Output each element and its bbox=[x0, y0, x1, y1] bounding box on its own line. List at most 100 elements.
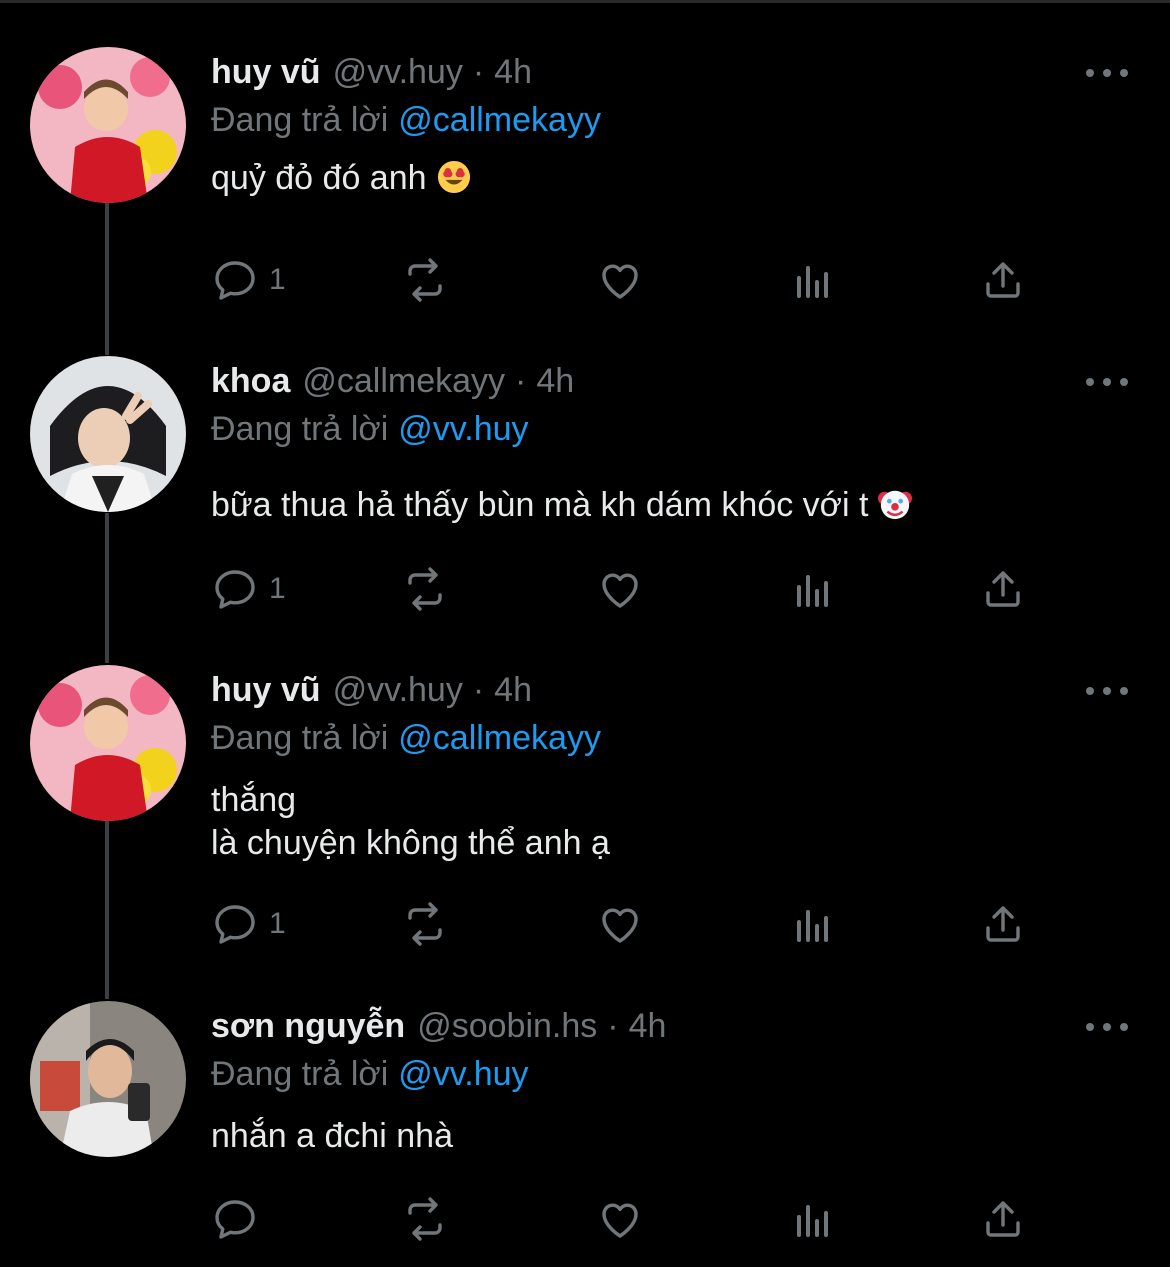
like-button[interactable] bbox=[596, 1194, 644, 1244]
like-button[interactable] bbox=[596, 899, 644, 949]
reply-prefix: Đang trả lời bbox=[211, 719, 389, 757]
retweet-icon bbox=[408, 258, 442, 302]
tweet-header: sơn nguyễn @soobin.hs · 4h bbox=[211, 1007, 666, 1057]
user-handle[interactable]: @soobin.hs bbox=[417, 1007, 597, 1046]
reply-icon bbox=[215, 570, 255, 609]
share-icon bbox=[986, 906, 1020, 942]
user-handle[interactable]: @vv.huy bbox=[333, 53, 463, 92]
retweet-icon bbox=[408, 902, 442, 946]
heart-eyes-emoji-icon bbox=[437, 160, 470, 194]
retweet-icon bbox=[408, 567, 442, 611]
like-icon bbox=[602, 908, 638, 943]
replying-to: Đang trả lời @callmekayy bbox=[211, 719, 601, 758]
tweet-actions: 1 bbox=[211, 564, 1061, 614]
like-icon bbox=[602, 1203, 638, 1238]
tweet[interactable]: huy vũ @vv.huy · 4h Đang trả lời @callmek… bbox=[0, 665, 1170, 991]
replying-to: Đang trả lời @vv.huy bbox=[211, 410, 529, 449]
mention-link[interactable]: @callmekayy bbox=[398, 101, 601, 139]
avatar-image bbox=[30, 47, 186, 203]
timestamp[interactable]: 4h bbox=[536, 362, 574, 401]
mention-link[interactable]: @callmekayy bbox=[398, 719, 601, 757]
separator: · bbox=[472, 671, 485, 709]
reply-count: 1 bbox=[269, 263, 286, 296]
tweet-actions: 1 bbox=[211, 899, 1061, 949]
share-button[interactable] bbox=[979, 899, 1027, 949]
views-icon bbox=[797, 266, 828, 298]
tweet-actions: 1 bbox=[211, 255, 1061, 305]
tweet-header: huy vũ @vv.huy · 4h bbox=[211, 671, 532, 721]
separator: · bbox=[515, 362, 527, 400]
avatar[interactable] bbox=[30, 356, 186, 512]
share-button[interactable] bbox=[979, 564, 1027, 614]
reply-icon bbox=[215, 1200, 255, 1239]
views-button[interactable] bbox=[789, 255, 837, 305]
like-button[interactable] bbox=[596, 564, 644, 614]
share-button[interactable] bbox=[979, 1194, 1027, 1244]
views-icon bbox=[797, 575, 828, 607]
views-button[interactable] bbox=[789, 1194, 837, 1244]
tweet[interactable]: sơn nguyễn @soobin.hs · 4h Đang trả lời @… bbox=[0, 1001, 1170, 1267]
mention-link[interactable]: @vv.huy bbox=[398, 410, 528, 448]
display-name[interactable]: huy vũ bbox=[211, 53, 321, 92]
reply-button[interactable] bbox=[211, 1194, 269, 1244]
tweet-text-content: bữa thua hả thấy bùn mà kh dám khóc với … bbox=[211, 486, 869, 524]
share-icon bbox=[986, 1201, 1020, 1237]
tweet-text: thắng là chuyện không thể anh ạ bbox=[211, 781, 610, 862]
reply-button[interactable]: 1 bbox=[211, 564, 286, 614]
tweet-header: khoa @callmekayy · 4h bbox=[211, 362, 574, 412]
like-button[interactable] bbox=[596, 255, 644, 305]
views-button[interactable] bbox=[789, 564, 837, 614]
tweet-header: huy vũ @vv.huy · 4h bbox=[211, 53, 532, 103]
reply-prefix: Đang trả lời bbox=[211, 410, 389, 448]
avatar[interactable] bbox=[30, 665, 186, 821]
separator: · bbox=[607, 1007, 619, 1045]
avatar-image bbox=[30, 1001, 186, 1157]
reply-prefix: Đang trả lời bbox=[211, 101, 389, 139]
clown-emoji-icon bbox=[878, 490, 913, 520]
avatar-image bbox=[30, 356, 186, 512]
user-handle[interactable]: @vv.huy bbox=[333, 671, 463, 710]
share-button[interactable] bbox=[979, 255, 1027, 305]
retweet-button[interactable] bbox=[401, 255, 449, 305]
more-icon[interactable] bbox=[1086, 1017, 1128, 1037]
replying-to: Đang trả lời @callmekayy bbox=[211, 101, 601, 140]
display-name[interactable]: khoa bbox=[211, 362, 290, 401]
like-icon bbox=[602, 573, 638, 608]
separator: · bbox=[472, 53, 485, 91]
tweet-text: bữa thua hả thấy bùn mà kh dám khóc với … bbox=[211, 484, 913, 527]
views-button[interactable] bbox=[789, 899, 837, 949]
avatar-image bbox=[30, 665, 186, 821]
display-name[interactable]: huy vũ bbox=[211, 671, 321, 710]
reply-count: 1 bbox=[269, 572, 286, 605]
display-name[interactable]: sơn nguyễn bbox=[211, 1007, 405, 1046]
views-icon bbox=[797, 910, 828, 942]
avatar[interactable] bbox=[30, 47, 186, 203]
tweet-text: nhắn a đchi nhà bbox=[211, 1117, 453, 1155]
tweet-text: quỷ đỏ đó anh bbox=[211, 157, 471, 200]
retweet-button[interactable] bbox=[401, 564, 449, 614]
reply-button[interactable]: 1 bbox=[211, 899, 286, 949]
avatar[interactable] bbox=[30, 1001, 186, 1157]
reply-prefix: Đang trả lời bbox=[211, 1055, 389, 1093]
more-icon[interactable] bbox=[1086, 681, 1128, 701]
retweet-button[interactable] bbox=[401, 1194, 449, 1244]
replying-to: Đang trả lời @vv.huy bbox=[211, 1055, 529, 1094]
retweet-button[interactable] bbox=[401, 899, 449, 949]
timestamp[interactable]: 4h bbox=[494, 671, 532, 710]
timestamp[interactable]: 4h bbox=[629, 1007, 667, 1046]
reply-icon bbox=[215, 261, 255, 300]
tweet-actions bbox=[211, 1194, 1061, 1244]
retweet-icon bbox=[408, 1197, 442, 1241]
more-icon[interactable] bbox=[1086, 63, 1128, 83]
share-icon bbox=[986, 262, 1020, 298]
reply-count: 1 bbox=[269, 907, 286, 940]
mention-link[interactable]: @vv.huy bbox=[398, 1055, 528, 1093]
reply-button[interactable]: 1 bbox=[211, 255, 286, 305]
reply-icon bbox=[215, 905, 255, 944]
tweet[interactable]: khoa @callmekayy · 4h Đang trả lời @vv.hu… bbox=[0, 356, 1170, 652]
reply-thread: huy vũ @vv.huy · 4h Đang trả lời @callmek… bbox=[0, 0, 1170, 1267]
more-icon[interactable] bbox=[1086, 372, 1128, 392]
timestamp[interactable]: 4h bbox=[494, 53, 532, 92]
user-handle[interactable]: @callmekayy bbox=[302, 362, 505, 401]
tweet[interactable]: huy vũ @vv.huy · 4h Đang trả lời @callmek… bbox=[0, 47, 1170, 343]
